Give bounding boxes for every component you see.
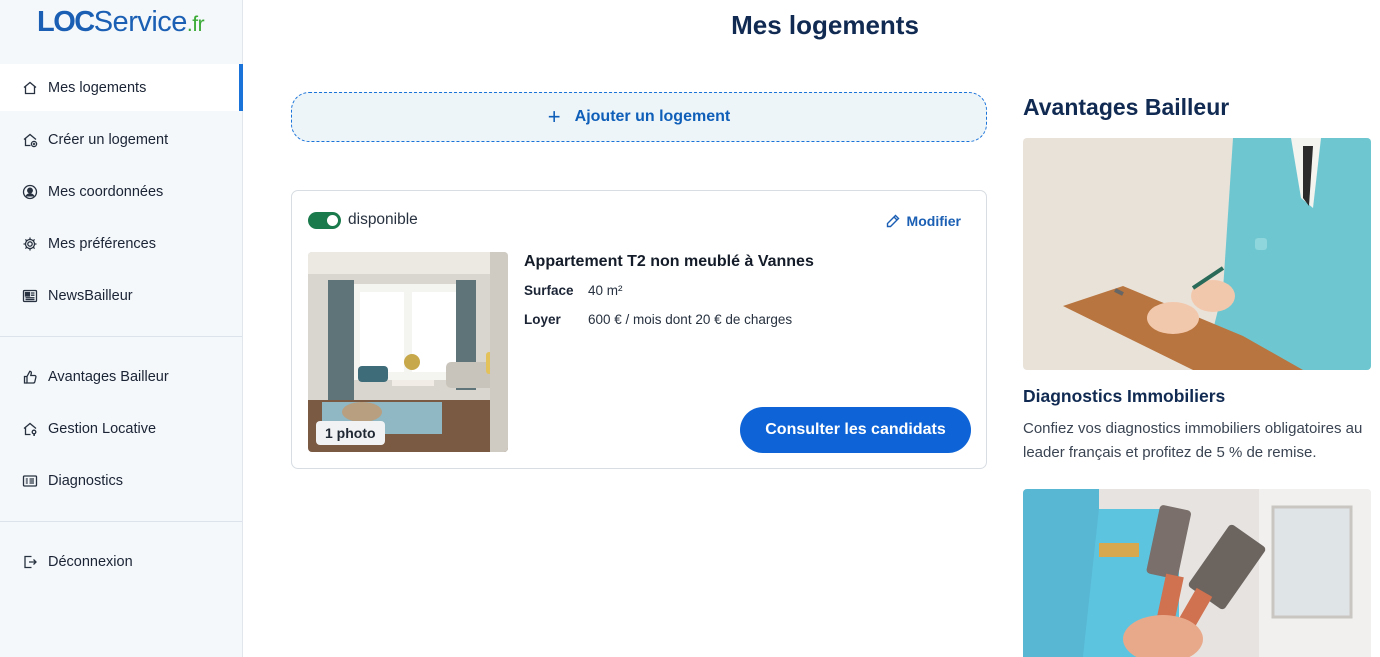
rent-value: 600 € / mois dont 20 € de charges [588, 312, 793, 327]
surface-value: 40 m² [588, 283, 623, 298]
gestion-locative-image[interactable] [1023, 489, 1371, 657]
rent-row: Loyer 600 € / mois dont 20 € de charges [524, 312, 792, 327]
sidebar-item-label: Mes préférences [48, 235, 156, 252]
home-key-icon [21, 420, 39, 438]
sidebar-item-creer-logement[interactable]: Créer un logement [0, 116, 242, 163]
gear-icon [21, 235, 39, 253]
home-add-icon [21, 131, 39, 149]
logout-icon [21, 553, 39, 571]
home-icon [21, 79, 39, 97]
plus-icon: + [547, 104, 561, 129]
listing-card: disponible Modifier 1 photo Appartement … [291, 190, 987, 469]
aside-title: Avantages Bailleur [1023, 94, 1230, 120]
diagnostics-title[interactable]: Diagnostics Immobiliers [1023, 386, 1225, 407]
newspaper-icon [21, 287, 39, 305]
sidebar-item-label: Gestion Locative [48, 420, 157, 437]
logo-loc-text: LOC [37, 6, 95, 38]
add-listing-label: Ajouter un logement [574, 108, 731, 125]
diagnostics-image[interactable] [1023, 138, 1371, 370]
surface-row: Surface 40 m² [524, 283, 623, 298]
sidebar-item-label: Créer un logement [48, 131, 169, 148]
inspector-clipboard-image [1023, 138, 1371, 370]
sidebar-item-avantages-bailleur[interactable]: Avantages Bailleur [0, 353, 242, 400]
modify-label: Modifier [906, 213, 961, 229]
rent-label: Loyer [524, 312, 561, 327]
page-title-wrap: Mes logements [243, 10, 1380, 41]
thumbs-up-icon [21, 368, 39, 386]
listing-photo[interactable]: 1 photo [308, 252, 508, 452]
availability-status: disponible [348, 211, 418, 228]
availability-toggle[interactable] [308, 212, 341, 229]
id-card-icon [21, 472, 39, 490]
user-circle-icon [21, 183, 39, 201]
view-candidates-button[interactable]: Consulter les candidats [740, 407, 971, 453]
view-candidates-label: Consulter les candidats [765, 421, 946, 438]
listing-title[interactable]: Appartement T2 non meublé à Vannes [524, 253, 814, 271]
sidebar-item-newsbailleur[interactable]: NewsBailleur [0, 272, 242, 319]
sidebar-item-deconnexion[interactable]: Déconnexion [0, 538, 242, 585]
sidebar-item-label: NewsBailleur [48, 287, 133, 304]
sidebar-item-mes-preferences[interactable]: Mes préférences [0, 220, 242, 267]
sidebar-item-label: Avantages Bailleur [48, 368, 169, 385]
surface-label: Surface [524, 283, 574, 298]
modify-button[interactable]: Modifier [885, 213, 961, 229]
page-title: Mes logements [731, 10, 919, 40]
sidebar-item-diagnostics[interactable]: Diagnostics [0, 457, 242, 504]
sidebar-item-mes-logements[interactable]: Mes logements [0, 64, 243, 111]
sidebar-item-label: Diagnostics [48, 472, 123, 489]
sidebar-item-mes-coordonnees[interactable]: Mes coordonnées [0, 168, 242, 215]
paintbrushes-image [1023, 489, 1371, 657]
sidebar-item-label: Mes logements [48, 79, 147, 96]
sidebar-item-label: Mes coordonnées [48, 183, 164, 200]
sidebar-item-gestion-locative[interactable]: Gestion Locative [0, 405, 242, 452]
logo-tld-text: .fr [186, 13, 205, 36]
diagnostics-text: Confiez vos diagnostics immobiliers obli… [1023, 420, 1363, 461]
sidebar-item-label: Déconnexion [48, 553, 133, 570]
logo-service-text: Service [93, 6, 188, 38]
add-listing-button[interactable]: + Ajouter un logement [291, 92, 987, 142]
pencil-icon [886, 214, 900, 228]
sidebar-divider [0, 336, 242, 337]
sidebar-divider [0, 521, 242, 522]
photo-count-badge: 1 photo [316, 421, 385, 445]
locservice-logo[interactable]: LOCService.fr [37, 4, 205, 44]
sidebar: LOCService.fr Mes logements Créer un log… [0, 0, 243, 657]
